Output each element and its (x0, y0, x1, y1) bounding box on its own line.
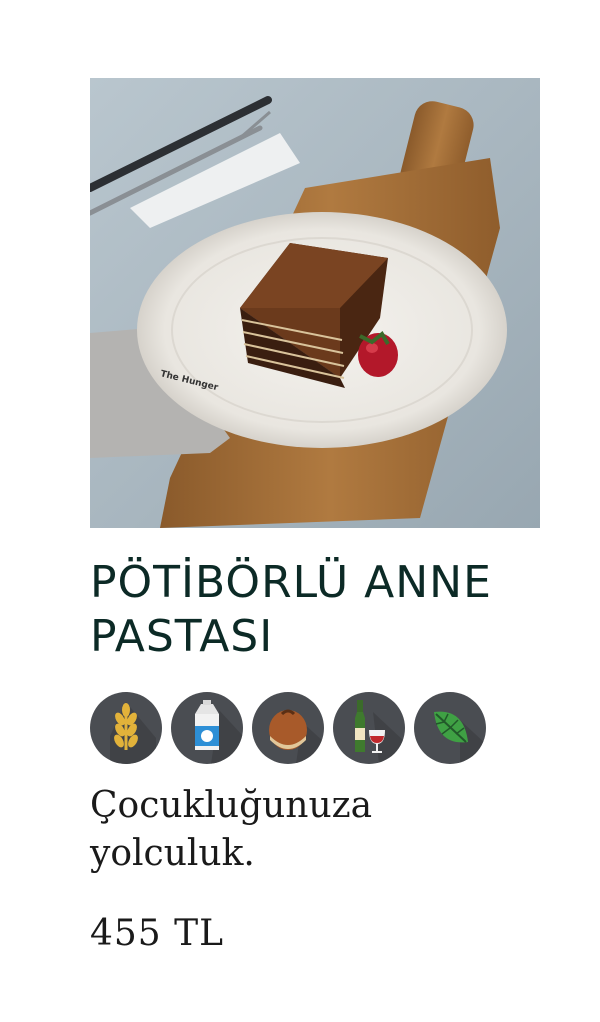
milk-icon (171, 692, 243, 764)
product-description: Çocukluğunuza yolculuk. (90, 785, 373, 874)
gluten-wheat-icon (90, 692, 162, 764)
product-title: PÖTİBÖRLÜ ANNE PASTASI (90, 557, 492, 662)
hazelnut-icon (252, 692, 324, 764)
product-card: The Hunger PÖTİBÖRLÜ ANNE PASTASI Çocukl… (90, 78, 540, 956)
vegetarian-leaf-icon (414, 692, 486, 764)
product-price: 455 TL (90, 913, 225, 954)
allergen-icons (90, 692, 540, 764)
alcohol-icon (333, 692, 405, 764)
product-photo: The Hunger (90, 78, 540, 528)
